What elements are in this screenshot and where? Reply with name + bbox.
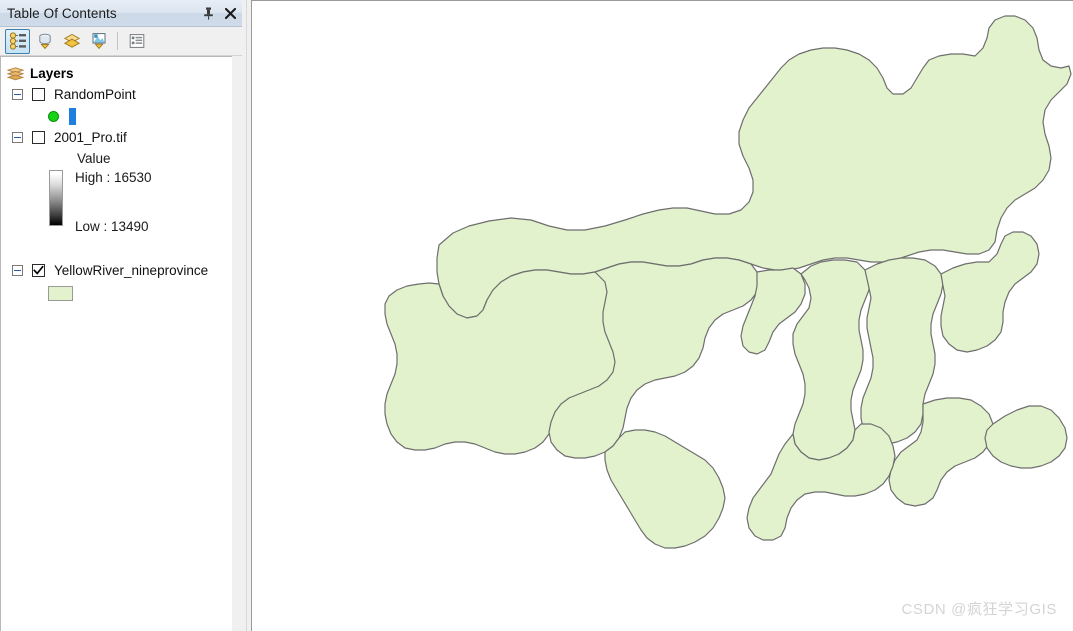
bar-symbol-swatch — [69, 107, 76, 125]
close-icon[interactable] — [223, 5, 238, 21]
layer-row-yellowriver-nineprovince[interactable]: YellowRiver_nineprovince — [1, 260, 232, 281]
toc-title-bar: Table Of Contents — [0, 0, 242, 27]
legend-symbols-randompoint — [1, 105, 232, 127]
panel-title: Table Of Contents — [7, 5, 117, 21]
list-by-selection-icon — [92, 33, 105, 50]
list-by-visibility-icon — [63, 33, 80, 48]
point-symbol-swatch — [48, 110, 59, 122]
map-polygons — [384, 15, 1072, 549]
province-polygon-shandong — [984, 405, 1068, 469]
toolbar-separator — [117, 32, 118, 50]
csdn-watermark: CSDN @疯狂学习GIS — [901, 601, 1057, 618]
list-by-source-button[interactable] — [32, 29, 57, 54]
layer-row-randompoint[interactable]: RandomPoint — [1, 84, 232, 105]
layer-label-yellowriver-nineprovince: YellowRiver_nineprovince — [54, 263, 209, 278]
checkbox-2001-pro-tif[interactable] — [32, 131, 45, 144]
color-ramp-swatch — [49, 170, 63, 226]
layer-label-randompoint: RandomPoint — [54, 87, 136, 102]
list-by-selection-button[interactable] — [86, 29, 111, 54]
list-by-drawing-order-icon — [9, 32, 26, 50]
toc-toolbar — [0, 27, 242, 56]
options-button[interactable] — [124, 29, 149, 54]
list-by-source-icon — [38, 33, 51, 50]
list-by-visibility-button[interactable] — [59, 29, 84, 54]
polygon-symbol-swatch — [48, 285, 73, 301]
raster-legend-heading: Value — [77, 150, 111, 166]
raster-low-label: Low : 13490 — [75, 219, 149, 234]
layer-label-2001-pro-tif: 2001_Pro.tif — [54, 130, 127, 145]
map-view-frame: CSDN @疯狂学习GIS — [251, 0, 1073, 631]
checkbox-randompoint[interactable] — [32, 88, 45, 101]
raster-color-ramp-legend: High : 16530 Low : 13490 — [1, 168, 232, 246]
raster-high-label: High : 16530 — [75, 170, 152, 185]
layers-stack-icon — [7, 66, 24, 80]
pin-icon[interactable] — [201, 5, 216, 21]
checkbox-yellowriver-nineprovince[interactable] — [32, 264, 45, 277]
province-polygon-sichuan — [604, 429, 726, 549]
list-by-drawing-order-button[interactable] — [5, 28, 30, 54]
checkmark-icon — [33, 265, 44, 275]
table-of-contents-panel: Table Of Contents Layers RandomPoint 200… — [0, 0, 242, 631]
map-canvas[interactable] — [253, 2, 1072, 630]
tree-root-label: Layers — [30, 66, 74, 81]
expander-2001-pro-tif[interactable] — [12, 132, 23, 143]
options-icon — [129, 34, 144, 48]
panel-splitter[interactable] — [242, 0, 251, 631]
title-bar-buttons — [201, 0, 238, 26]
layer-row-2001-pro-tif[interactable]: 2001_Pro.tif — [1, 127, 232, 148]
arcmap-window: Table Of Contents Layers RandomPoint 200… — [0, 0, 1073, 631]
legend-symbols-yellowriver — [1, 281, 232, 305]
expander-yellowriver-nineprovince[interactable] — [12, 265, 23, 276]
expander-randompoint[interactable] — [12, 89, 23, 100]
layer-tree[interactable]: Layers RandomPoint 2001_Pro.tif Value Hi… — [0, 56, 232, 631]
tree-root-layers[interactable]: Layers — [1, 63, 232, 84]
